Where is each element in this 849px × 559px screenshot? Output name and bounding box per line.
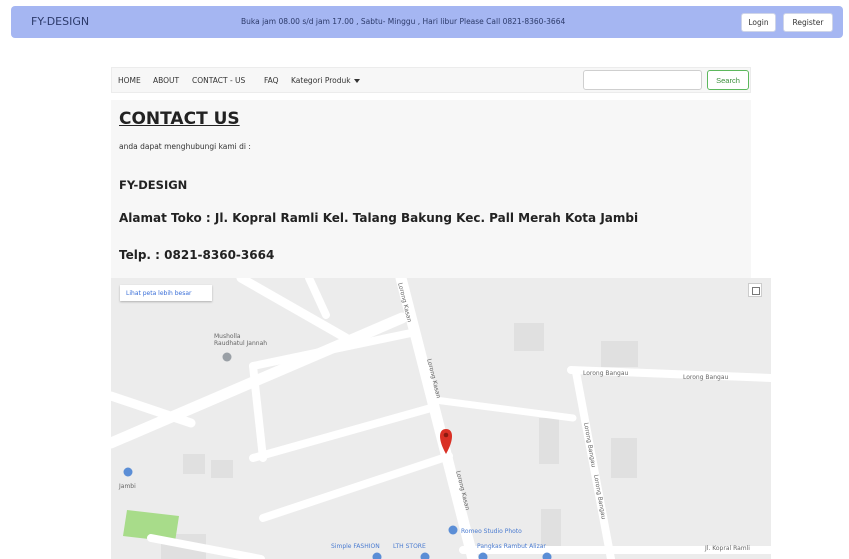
opening-hours-announcement: Buka jam 08.00 s/d jam 17.00 , Sabtu- Mi… [241, 17, 566, 26]
map-label-romeo-studio: Romeo Studio Photo [461, 528, 522, 535]
store-name: FY-DESIGN [119, 178, 188, 192]
fullscreen-icon[interactable] [748, 283, 762, 297]
larger-map-link[interactable]: Lihat peta lebih besar [120, 285, 212, 301]
top-bar: FY-DESIGN Buka jam 08.00 s/d jam 17.00 ,… [11, 6, 843, 38]
map-label-simple-fashion: Simple FASHION [331, 543, 380, 550]
map-buildings [161, 323, 638, 559]
search-input[interactable] [583, 70, 702, 90]
contact-subtitle: anda dapat menghubungi kami di : [119, 142, 251, 151]
brand-logo[interactable]: FY-DESIGN [31, 15, 89, 28]
contact-panel: CONTACT US anda dapat menghubungi kami d… [111, 100, 751, 278]
map-canvas[interactable] [111, 278, 771, 559]
caret-down-icon [353, 79, 360, 83]
store-address: Alamat Toko : Jl. Kopral Ramli Kel. Tala… [119, 211, 639, 225]
search-button[interactable]: Search [707, 70, 749, 90]
map-label-lth-store: LTH STORE [393, 543, 426, 550]
page-title: CONTACT US [119, 109, 240, 129]
nav-faq-link[interactable]: FAQ [264, 76, 279, 85]
map-label-pangkas-rambut: Pangkas Rambut Alizar [477, 543, 546, 550]
register-button[interactable]: Register [783, 13, 833, 32]
map-label-mushola: Musholla Raudhatul Jannah [214, 333, 268, 347]
map-roads [111, 278, 771, 559]
map-label-kopral-ramli: Jl. Kopral Ramli [705, 545, 750, 552]
nav-kategori-dropdown[interactable]: Kategori Produk [291, 76, 360, 85]
embedded-map[interactable]: Lihat peta lebih besar Musholla Raudhatu… [111, 278, 771, 559]
nav-contact-link[interactable]: CONTACT - US [192, 76, 245, 85]
login-button[interactable]: Login [741, 13, 776, 32]
nav-kategori-label: Kategori Produk [291, 76, 351, 85]
store-phone: Telp. : 0821-8360-3664 [119, 248, 275, 262]
main-navbar: HOME ABOUT CONTACT - US FAQ Kategori Pro… [111, 67, 751, 93]
map-label-lorong-bangau-2: Lorong Bangau [683, 374, 729, 381]
map-label-jambi: Jambi [119, 483, 136, 490]
map-label-lorong-bangau-1: Lorong Bangau [583, 370, 629, 377]
nav-home-link[interactable]: HOME [118, 76, 141, 85]
nav-about-link[interactable]: ABOUT [153, 76, 179, 85]
